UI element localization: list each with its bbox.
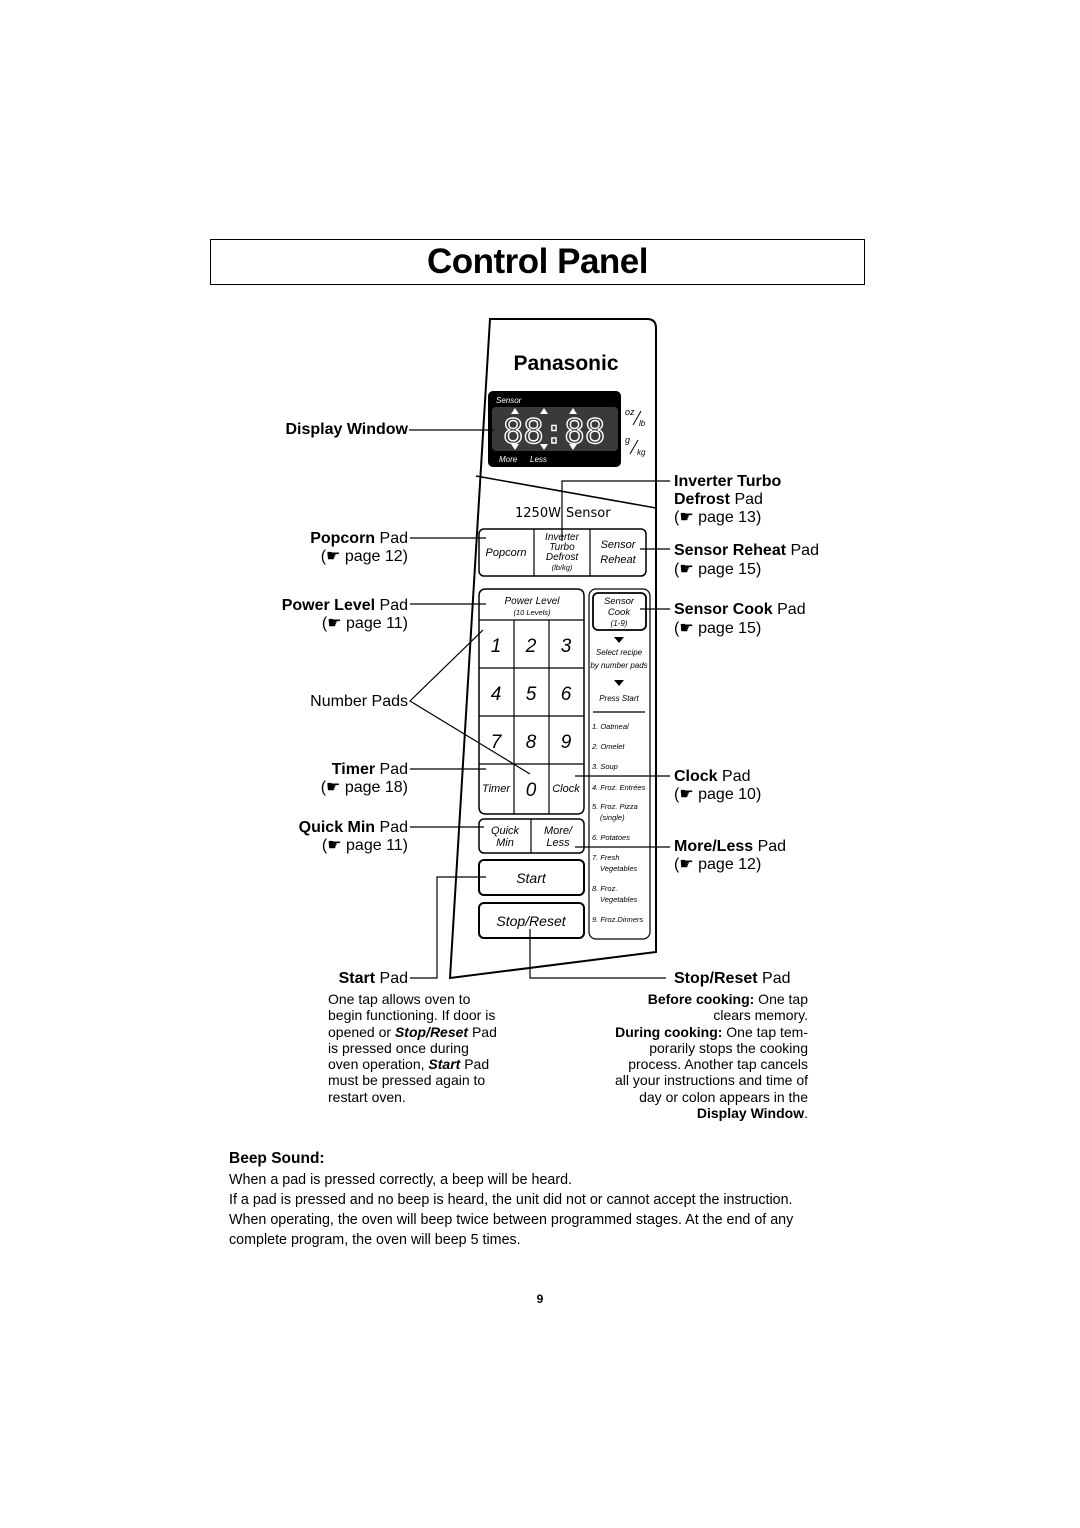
svg-text:g: g: [625, 435, 630, 445]
svg-text:More/: More/: [544, 825, 573, 837]
callout-clock: Clock Pad: [674, 768, 751, 785]
popcorn-pad[interactable]: Popcorn: [486, 547, 527, 559]
callout-popcorn-page: (☛ page 12): [320, 548, 408, 565]
callout-power-level-page: (☛ page 11): [321, 615, 408, 632]
recipe-item: 1. Oatmeal: [592, 722, 629, 731]
number-pad-9[interactable]: 9: [561, 732, 572, 753]
start-pad-label: Start: [516, 870, 547, 886]
recipe-item: 9. Froz.Dinners: [592, 915, 644, 924]
model-sensor-label: Sensor: [566, 506, 611, 521]
number-pad-8[interactable]: 8: [526, 732, 537, 753]
svg-text:(10 Levels): (10 Levels): [513, 608, 551, 617]
callout-display-window: Display Window: [285, 421, 408, 438]
number-pad-1[interactable]: 1: [491, 636, 502, 657]
clock-pad[interactable]: Clock: [552, 783, 580, 795]
beep-sound-heading: Beep Sound:: [229, 1150, 325, 1167]
recipe-item: 6. Potatoes: [592, 833, 630, 842]
callout-number-pads: Number Pads: [310, 693, 408, 710]
page-number: 9: [536, 1292, 544, 1306]
callout-popcorn: Popcorn Pad: [310, 530, 408, 547]
recipe-item: 7. Fresh: [592, 853, 620, 862]
svg-text:0: 0: [526, 780, 537, 801]
callout-inverter-line2: Defrost Pad: [674, 491, 763, 508]
svg-text:Defrost: Defrost: [546, 552, 579, 563]
callout-power-level: Power Level Pad: [281, 597, 408, 614]
recipe-item: 4. Froz. Entrées: [592, 783, 646, 792]
recipe-item: 2. Omelet: [591, 742, 625, 751]
model-power-label: 1250W: [515, 506, 561, 521]
recipe-item: 8. Froz.: [592, 884, 617, 893]
callout-stop-reset: Stop/Reset Pad: [674, 970, 791, 987]
svg-text:Clock: Clock: [552, 783, 580, 795]
beep-sound-body: When a pad is pressed correctly, a beep …: [229, 1172, 794, 1248]
callout-clock-page: (☛ page 10): [674, 786, 762, 803]
svg-text:Popcorn: Popcorn: [486, 547, 527, 559]
svg-text:Reheat: Reheat: [600, 554, 636, 566]
callout-inverter-page: (☛ page 13): [674, 509, 762, 526]
callout-sensor-cook-page: (☛ page 15): [674, 620, 762, 637]
display-digits: 88:88: [503, 412, 605, 452]
number-pad-0[interactable]: 0: [526, 780, 537, 801]
stop-reset-pad-label: Stop/Reset: [496, 913, 566, 929]
svg-text:Sensor: Sensor: [601, 539, 637, 551]
display-sensor-label: Sensor: [496, 396, 522, 405]
timer-pad[interactable]: Timer: [482, 783, 511, 795]
callout-start: Start Pad: [338, 970, 408, 987]
number-pad-3[interactable]: 3: [561, 636, 572, 657]
svg-text:lb: lb: [639, 419, 646, 428]
svg-text:Less: Less: [546, 837, 570, 849]
number-pad-4[interactable]: 4: [491, 684, 502, 705]
svg-text:Power Level: Power Level: [504, 596, 560, 607]
svg-text:Cook: Cook: [608, 607, 631, 618]
svg-text:Press Start: Press Start: [599, 694, 639, 703]
callout-sensor-cook: Sensor Cook Pad: [674, 601, 806, 618]
callout-quick-min-page: (☛ page 11): [321, 837, 408, 854]
svg-text:kg: kg: [637, 448, 646, 457]
display-more-label: More: [499, 455, 518, 464]
svg-text:Select recipe: Select recipe: [596, 648, 643, 657]
svg-text:Min: Min: [496, 837, 514, 849]
callout-sensor-reheat-page: (☛ page 15): [674, 561, 762, 578]
number-pad-5[interactable]: 5: [526, 684, 537, 705]
number-pad-2[interactable]: 2: [525, 636, 537, 657]
recipe-item: 5. Froz. Pizza: [592, 802, 638, 811]
svg-text:Sensor: Sensor: [604, 596, 635, 607]
display-less-label: Less: [530, 455, 547, 464]
svg-text:by number pads: by number pads: [590, 661, 647, 670]
recipe-item-subline: Vegetables: [600, 895, 638, 904]
callout-timer-page: (☛ page 18): [320, 779, 408, 796]
callout-more-less-page: (☛ page 12): [674, 856, 762, 873]
recipe-item: 3. Soup: [592, 762, 618, 771]
recipe-item-subline: Vegetables: [600, 864, 638, 873]
svg-text:Timer: Timer: [482, 783, 511, 795]
callout-more-less: More/Less Pad: [674, 838, 787, 855]
stop-reset-description: Before cooking: One tap clears memory. D…: [615, 991, 808, 1122]
display-window: Sensor 88:88 More Less: [488, 391, 621, 467]
start-description: One tap allows oven to begin functioning…: [328, 991, 497, 1105]
number-pad-7[interactable]: 7: [491, 732, 503, 753]
svg-text:Quick: Quick: [491, 825, 520, 837]
callout-quick-min: Quick Min Pad: [298, 819, 408, 836]
callout-inverter: Inverter Turbo: [674, 473, 782, 490]
more-less-pad[interactable]: More/ Less: [544, 825, 573, 849]
callout-timer: Timer Pad: [331, 761, 408, 778]
svg-text:oz: oz: [625, 407, 635, 417]
recipe-item-subline: (single): [600, 813, 625, 822]
svg-text:(1-9): (1-9): [611, 619, 628, 628]
callout-sensor-reheat: Sensor Reheat Pad: [674, 542, 819, 559]
number-pad-6[interactable]: 6: [561, 684, 572, 705]
svg-text:(lb/kg): (lb/kg): [552, 563, 573, 572]
brand-logo: Panasonic: [513, 352, 618, 375]
